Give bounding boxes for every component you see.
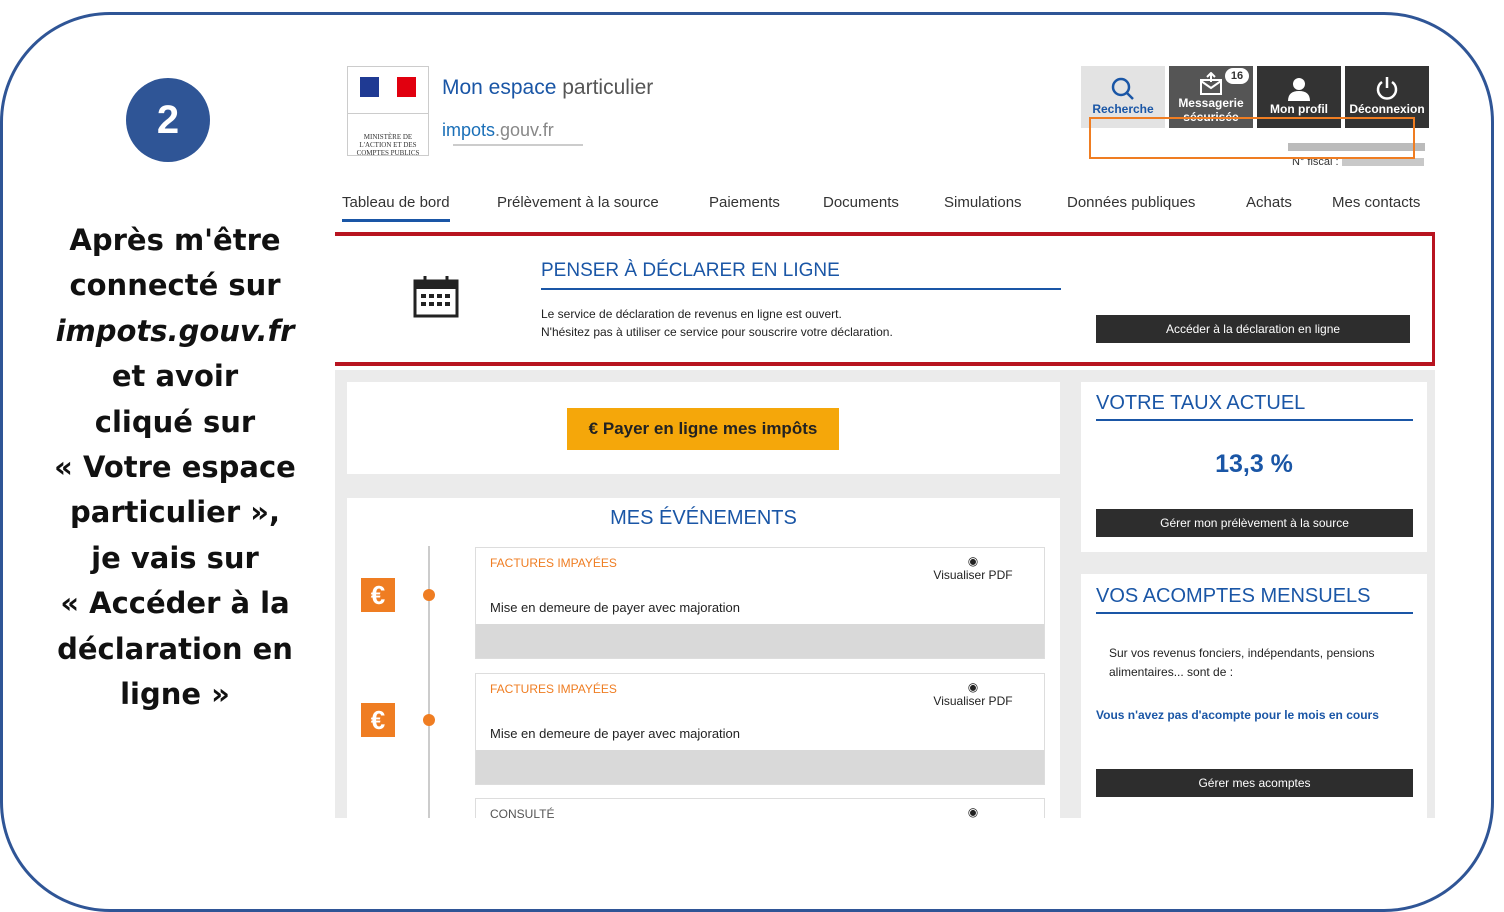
user-icon [1288,78,1310,101]
eye-icon: ◉ [967,805,979,818]
view-pdf-link[interactable]: ◉ [928,805,1018,818]
event-card-footer [476,624,1044,658]
main-nav: Tableau de bord Prélèvement à la source … [342,194,1432,226]
site-url-rest: .gouv.fr [495,120,554,140]
view-pdf-link[interactable]: ◉ Visualiser PDF [928,554,1018,582]
installments-status-link[interactable]: Vous n'avez pas d'acompte pour le mois e… [1096,706,1396,724]
events-title: MES ÉVÉNEMENTS [610,507,797,529]
site-url[interactable]: impots.gouv.fr [442,120,554,141]
website-screenshot: MINISTÈRE DE L'ACTION ET DES COMPTES PUB… [335,58,1435,818]
nav-tab-purchases[interactable]: Achats [1246,194,1292,211]
nav-tab-simulations[interactable]: Simulations [944,194,1022,211]
french-flag-icon [360,77,417,97]
ministry-label: MINISTÈRE DE L'ACTION ET DES COMPTES PUB… [356,133,420,157]
event-category: FACTURES IMPAYÉES [490,682,617,696]
instruction-line: Après m'être [69,223,281,257]
instruction-line: cliqué sur [94,404,256,439]
envelope-icon [1200,72,1222,95]
event-description: Mise en demeure de payer avec majoration [490,726,741,741]
instruction-line: ligne » [120,677,230,712]
message-count-badge: 16 [1225,68,1249,84]
event-description: Mise en demeure de payer avec majoration [490,600,741,615]
installments-title: VOS ACOMPTES MENSUELS [1096,585,1413,614]
red-highlight-frame [335,232,1435,366]
search-icon [1111,77,1134,100]
logout-label: Déconnexion [1349,102,1425,116]
event-card[interactable]: FACTURES IMPAYÉES ◉ Visualiser PDF Mise e… [475,673,1045,785]
event-card-footer [476,750,1044,784]
euro-icon: € [361,703,395,737]
pay-online-button[interactable]: € Payer en ligne mes impôts [567,408,839,450]
manage-withholding-button[interactable]: Gérer mon prélèvement à la source [1096,509,1413,537]
view-pdf-link[interactable]: ◉ Visualiser PDF [928,680,1018,708]
event-card[interactable]: CONSULTÉ ◉ [475,798,1045,818]
rate-title: VOTRE TAUX ACTUEL [1096,392,1413,421]
profile-label: Mon profil [1270,102,1328,116]
site-title[interactable]: Mon espace particulier [442,76,653,100]
power-icon [1376,77,1398,100]
instruction-text: Après m'être connecté sur impots.gouv.fr… [50,218,300,717]
events-timeline [428,546,430,818]
masked-fiscal-value [1341,158,1424,167]
installments-text: Sur vos revenus fonciers, indépendants, … [1109,646,1375,679]
instruction-line: et avoir [111,359,239,394]
site-title-main: Mon espace [442,76,557,99]
view-pdf-label: Visualiser PDF [933,694,1013,708]
logo-divider [348,113,428,114]
nav-tab-public-data[interactable]: Données publiques [1067,194,1195,211]
eye-icon: ◉ [967,680,979,694]
instruction-line: déclaration en [57,631,293,666]
event-category: FACTURES IMPAYÉES [490,556,617,570]
government-logo[interactable]: MINISTÈRE DE L'ACTION ET DES COMPTES PUB… [347,66,429,157]
nav-tab-dashboard[interactable]: Tableau de bord [342,194,450,222]
event-category: CONSULTÉ [490,807,555,818]
nav-tab-withholding[interactable]: Prélèvement à la source [497,194,659,211]
instruction-line: particulier », [70,495,280,530]
instruction-line: « Accéder à la [60,586,290,621]
access-declaration-button[interactable]: Accéder à la déclaration en ligne [1096,315,1410,343]
instruction-line: connecté sur [69,268,281,303]
view-pdf-label: Visualiser PDF [933,568,1013,582]
step-number-badge: 2 [126,78,210,162]
timeline-dot [423,714,435,726]
instruction-line: je vais sur [91,540,259,575]
site-url-main: impots [442,120,496,140]
nav-tab-contacts[interactable]: Mes contacts [1332,194,1420,211]
timeline-dot [423,589,435,601]
instruction-line: « Votre espace [54,450,296,485]
manage-installments-button[interactable]: Gérer mes acomptes [1096,769,1413,797]
orange-highlight-frame [1089,117,1415,159]
rate-value: 13,3 % [1215,450,1293,478]
instruction-line: impots.gouv.fr [55,313,295,348]
eye-icon: ◉ [967,554,979,568]
search-button-label: Recherche [1092,102,1154,116]
nav-tab-documents[interactable]: Documents [823,194,899,211]
nav-tab-payments[interactable]: Paiements [709,194,780,211]
site-subtitle-bar [453,144,583,146]
euro-icon: € [361,578,395,612]
messaging-label-1: Messagerie [1178,96,1244,110]
site-title-sub: particulier [562,76,654,99]
event-card[interactable]: FACTURES IMPAYÉES ◉ Visualiser PDF Mise e… [475,547,1045,659]
